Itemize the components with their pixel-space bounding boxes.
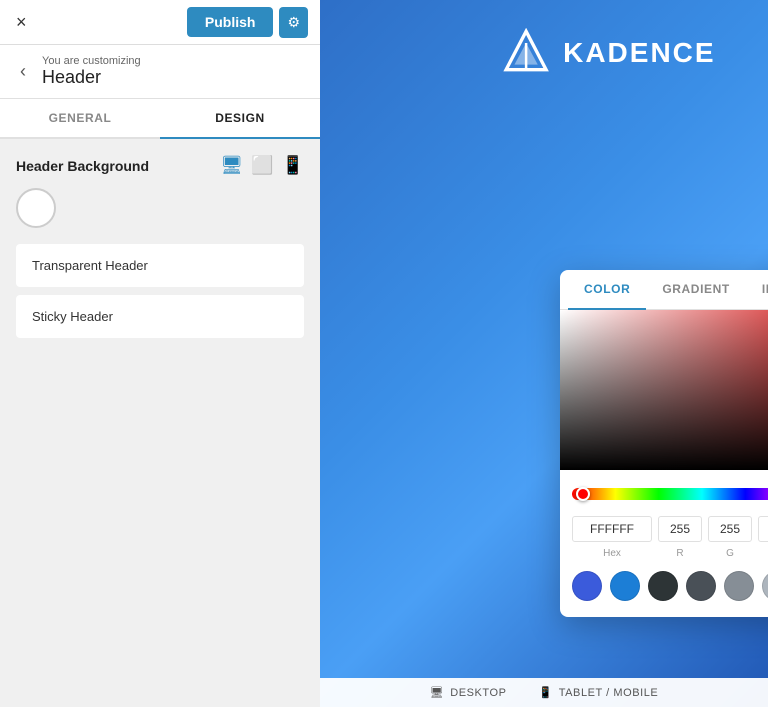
cp-tab-color[interactable]: COLOR [568,270,646,310]
back-button[interactable]: ‹ [14,59,32,84]
section-label: Header Background [16,158,149,174]
settings-button[interactable]: ⚙ [279,7,308,38]
g-input[interactable] [708,516,752,542]
left-panel: × Publish ⚙ ‹ You are customizing Header… [0,0,320,707]
cp-tab-image[interactable]: IMAGE [746,270,768,310]
color-picker-popup: COLOR GRADIENT IMAGE [560,270,768,617]
section-header: Header Background 🖥 ⬜ 📱 [16,155,304,176]
customizing-label: You are customizing [42,55,141,67]
hue-thumb [576,487,590,501]
r-input[interactable] [658,516,702,542]
b-label: B [758,548,768,559]
tablet-bar-item[interactable]: 📱 TABLET / MOBILE [538,686,658,699]
cp-tab-gradient[interactable]: GRADIENT [646,270,745,310]
tablet-icon[interactable]: ⬜ [251,155,273,176]
desktop-bar-label: DESKTOP [450,687,506,699]
color-gradient-bg [560,310,768,470]
swatch-dark[interactable] [648,571,678,601]
swatch-light-gray[interactable] [762,571,768,601]
publish-button[interactable]: Publish [187,7,274,37]
breadcrumb: ‹ You are customizing Header [0,45,320,99]
device-icons: 🖥 ⬜ 📱 [220,155,304,176]
color-swatch-row [16,188,304,228]
cp-labels-row: Hex R G B A [560,546,768,563]
section-title: Header [42,67,141,88]
swatch-blue[interactable] [610,571,640,601]
desktop-bar-icon: 🖥 [430,686,445,699]
transparent-header-row[interactable]: Transparent Header [16,244,304,287]
desktop-icon[interactable]: 🖥 [220,155,243,176]
top-bar: × Publish ⚙ [0,0,320,45]
bottom-device-bar: 🖥 DESKTOP 📱 TABLET / MOBILE [320,678,768,707]
hue-slider[interactable] [572,488,768,500]
hex-input[interactable] [572,516,652,542]
tablet-bar-label: TABLET / MOBILE [559,687,659,699]
kadence-icon [501,28,551,78]
cp-swatches [560,563,768,601]
r-label: R [658,548,702,559]
sticky-header-row[interactable]: Sticky Header [16,295,304,338]
swatch-dark-gray[interactable] [686,571,716,601]
breadcrumb-text: You are customizing Header [42,55,141,88]
tab-bar: GENERAL DESIGN [0,99,320,139]
cp-hue-row [560,470,768,512]
cp-tab-bar: COLOR GRADIENT IMAGE [560,270,768,310]
swatch-blue-dark[interactable] [572,571,602,601]
tab-general[interactable]: GENERAL [0,99,160,139]
b-input[interactable] [758,516,768,542]
color-swatch[interactable] [16,188,56,228]
publish-area: Publish ⚙ [187,7,308,38]
tab-design[interactable]: DESIGN [160,99,320,139]
swatch-gray[interactable] [724,571,754,601]
desktop-bar-item[interactable]: 🖥 DESKTOP [430,686,507,699]
cp-inputs-row: ▲ ▼ [560,512,768,546]
panel-content: Header Background 🖥 ⬜ 📱 Transparent Head… [0,139,320,707]
hex-label: Hex [572,548,652,559]
right-area: KADENCE COLOR GRADIENT IMAGE [320,0,768,707]
tablet-bar-icon: 📱 [538,686,552,699]
mobile-icon[interactable]: 📱 [282,155,304,176]
cp-gradient-canvas[interactable] [560,310,768,470]
close-button[interactable]: × [12,8,31,37]
kadence-brand-name: KADENCE [563,37,715,69]
kadence-logo: KADENCE [501,28,715,78]
g-label: G [708,548,752,559]
